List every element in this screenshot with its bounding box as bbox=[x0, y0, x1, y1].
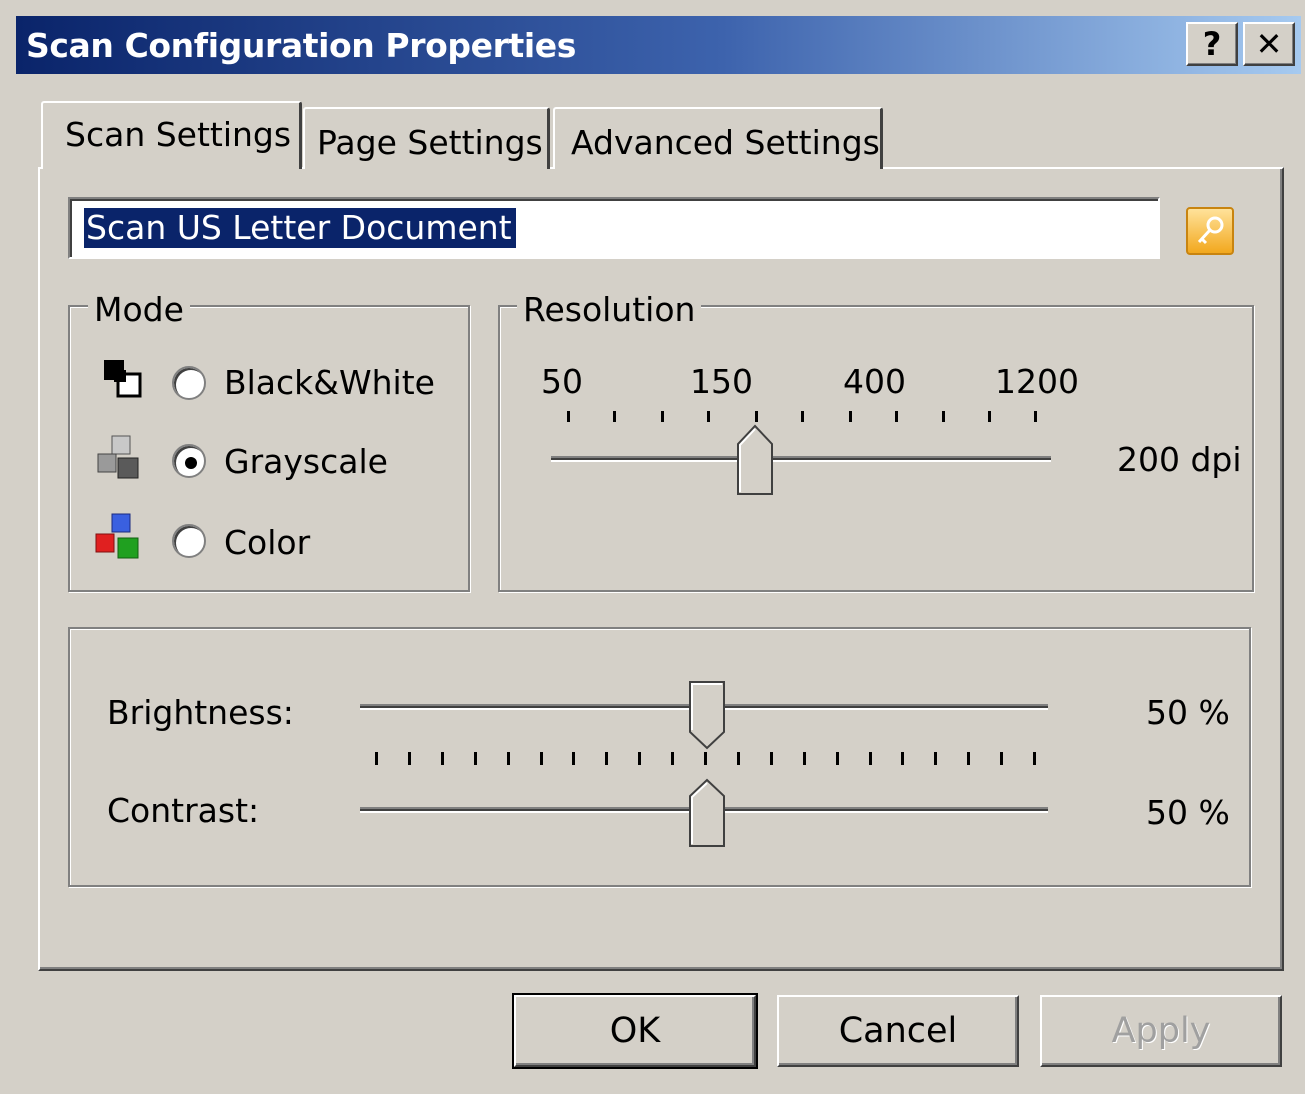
adjustment-tick bbox=[671, 752, 675, 765]
adjustment-tick bbox=[506, 752, 510, 765]
adjustment-tick bbox=[407, 752, 411, 765]
adjustment-tick bbox=[572, 752, 576, 765]
option-label-color: Color bbox=[224, 523, 311, 562]
tab-scan-settings[interactable]: Scan Settings bbox=[41, 101, 302, 169]
contrast-value: 50 % bbox=[1146, 793, 1230, 832]
brightness-label: Brightness: bbox=[107, 693, 294, 732]
key-button[interactable] bbox=[1186, 207, 1234, 255]
resolution-tick bbox=[707, 411, 710, 422]
resolution-scale-label: 150 bbox=[690, 362, 753, 401]
adjustment-tick bbox=[539, 752, 543, 765]
ok-button[interactable]: OK bbox=[512, 993, 758, 1069]
resolution-tick bbox=[895, 411, 898, 422]
adjustments-group bbox=[68, 627, 1251, 887]
contrast-label: Contrast: bbox=[107, 791, 260, 830]
option-label-black-white: Black&White bbox=[224, 363, 435, 402]
adjustment-tick bbox=[901, 752, 905, 765]
mode-legend: Mode bbox=[88, 290, 190, 329]
adjustment-tick bbox=[704, 752, 707, 765]
resolution-tick bbox=[613, 411, 616, 422]
color-icon bbox=[95, 513, 139, 559]
adjustment-tick bbox=[736, 752, 740, 765]
key-icon bbox=[1197, 216, 1224, 245]
adjustment-tick bbox=[802, 752, 806, 765]
resolution-scale-label: 400 bbox=[843, 362, 906, 401]
resolution-slider-thumb[interactable] bbox=[736, 424, 774, 496]
resolution-tick bbox=[1034, 411, 1037, 422]
grayscale-icon bbox=[97, 435, 139, 479]
resolution-legend: Resolution bbox=[517, 290, 702, 329]
adjustment-tick bbox=[868, 752, 872, 765]
adjustment-tick bbox=[638, 752, 642, 765]
resolution-tick bbox=[942, 411, 945, 422]
radio-grayscale[interactable] bbox=[172, 444, 206, 478]
resolution-value: 200 dpi bbox=[1117, 440, 1242, 479]
tab-advanced-settings[interactable]: Advanced Settings bbox=[553, 107, 883, 169]
radio-selected-dot bbox=[185, 457, 197, 469]
adjustment-tick bbox=[473, 752, 477, 765]
resolution-tick bbox=[755, 411, 758, 422]
adjustment-tick bbox=[967, 752, 971, 765]
adjustment-tick bbox=[605, 752, 609, 765]
window-title: Scan Configuration Properties bbox=[26, 26, 576, 65]
adjustment-tick bbox=[934, 752, 938, 765]
brightness-slider-thumb[interactable] bbox=[688, 680, 726, 750]
option-label-grayscale: Grayscale bbox=[224, 442, 388, 481]
resolution-slider-track[interactable] bbox=[551, 456, 1051, 462]
adjustment-tick bbox=[375, 752, 378, 765]
cancel-button[interactable]: Cancel bbox=[777, 995, 1019, 1067]
resolution-tick bbox=[567, 411, 570, 422]
resolution-scale-label: 1200 bbox=[995, 362, 1079, 401]
help-button[interactable]: ? bbox=[1186, 22, 1238, 66]
resolution-tick bbox=[849, 411, 852, 422]
resolution-scale-label: 50 bbox=[541, 362, 583, 401]
adjustment-tick bbox=[835, 752, 839, 765]
close-button[interactable]: ✕ bbox=[1243, 22, 1295, 66]
tab-page-settings[interactable]: Page Settings bbox=[303, 107, 550, 169]
radio-color[interactable] bbox=[172, 524, 206, 558]
adjustment-tick bbox=[1033, 752, 1036, 765]
resolution-tick bbox=[801, 411, 804, 422]
contrast-slider-thumb[interactable] bbox=[688, 778, 726, 848]
resolution-tick bbox=[661, 411, 664, 422]
adjustment-tick bbox=[769, 752, 773, 765]
brightness-value: 50 % bbox=[1146, 693, 1230, 732]
black-white-icon bbox=[104, 360, 142, 398]
apply-button[interactable]: Apply bbox=[1040, 995, 1282, 1067]
resolution-tick bbox=[988, 411, 991, 422]
close-icon: ✕ bbox=[1255, 25, 1283, 63]
adjustment-tick bbox=[1000, 752, 1004, 765]
radio-black-white[interactable] bbox=[172, 366, 206, 400]
adjustment-tick bbox=[440, 752, 444, 765]
config-name-text: Scan US Letter Document bbox=[84, 208, 516, 248]
